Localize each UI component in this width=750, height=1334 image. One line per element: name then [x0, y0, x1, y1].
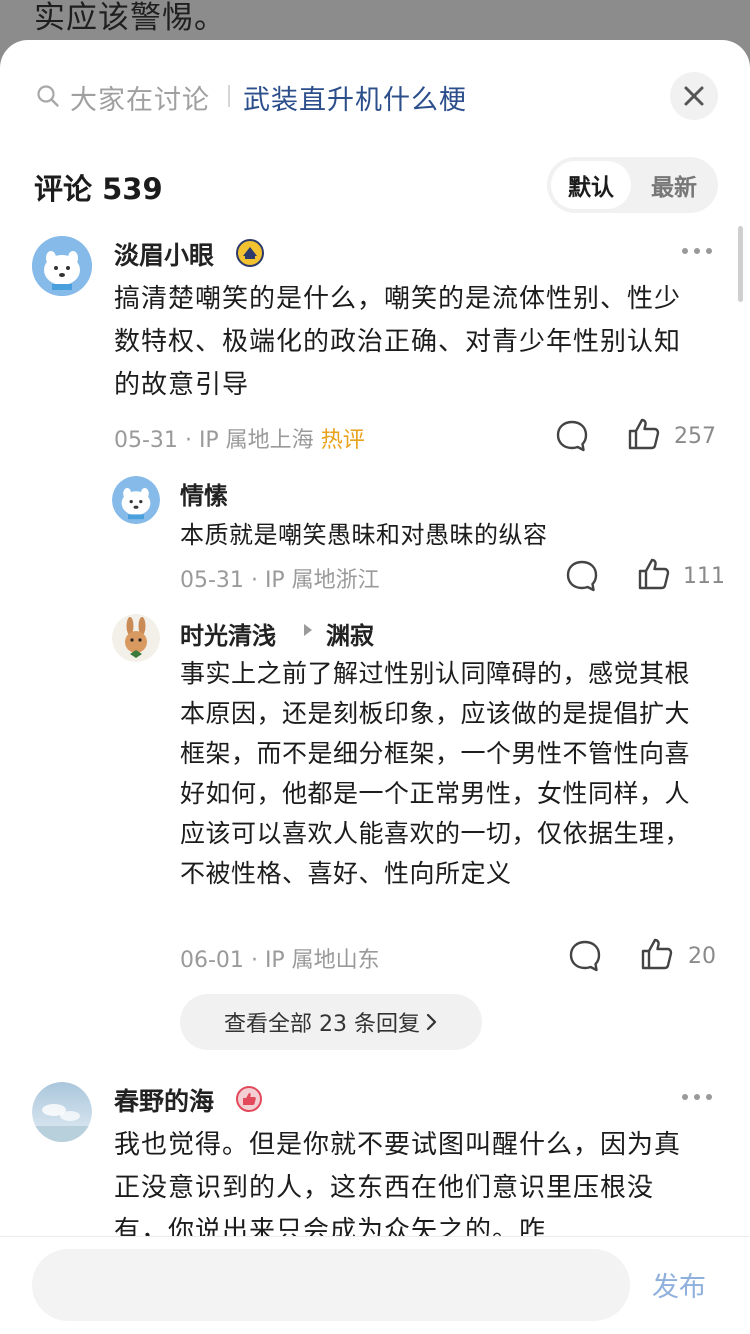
sort-default-button[interactable]: 默认 — [551, 161, 631, 209]
like-icon[interactable] — [627, 417, 661, 451]
avatar[interactable] — [112, 476, 160, 524]
reply-date: 05-31 — [180, 568, 244, 593]
comment-date: 05-31 — [114, 428, 178, 453]
reply-icon[interactable] — [568, 939, 602, 973]
reply-text: 本质就是嘲笑愚昧和对愚昧的纵容 — [180, 521, 548, 549]
like-count: 111 — [683, 564, 725, 589]
hot-comment-badge: 热评 — [320, 428, 365, 453]
meta-separator: · — [250, 568, 258, 593]
sort-toggle: 默认 最新 — [547, 157, 718, 213]
like-icon[interactable] — [637, 557, 671, 591]
view-all-replies-button[interactable]: 查看全部 23 条回复 — [180, 994, 482, 1050]
close-button[interactable] — [670, 72, 718, 120]
meta-separator: · — [184, 428, 192, 453]
reply-arrow-icon — [304, 624, 312, 636]
like-count: 257 — [674, 424, 716, 449]
reply-meta: 05-31 · IP 属地浙江 — [180, 562, 380, 594]
meta-separator: · — [250, 948, 258, 973]
comment-text: 搞清楚嘲笑的是什么，嘲笑的是流体性别、性少数特权、极端化的政治正确、对青少年性别… — [114, 284, 682, 400]
sort-newest-button[interactable]: 最新 — [635, 161, 713, 209]
comment-input-bar: 发布 — [0, 1236, 750, 1334]
thumbs-up-badge-icon — [236, 1086, 262, 1112]
comment-author[interactable]: 春野的海 — [114, 1082, 214, 1118]
view-all-label: 查看全部 23 条回复 — [224, 1012, 420, 1037]
avatar[interactable] — [32, 236, 92, 296]
close-icon — [684, 86, 704, 106]
search-icon — [37, 85, 59, 107]
search-row[interactable]: 大家在讨论 武装直升机什么梗 — [0, 40, 750, 150]
reply-date: 06-01 — [180, 948, 244, 973]
publish-button[interactable]: 发布 — [652, 1265, 706, 1304]
reply-author[interactable]: 情愫 — [180, 476, 228, 511]
comments-count-title: 评论 539 — [34, 172, 163, 206]
reply-icon[interactable] — [565, 559, 599, 593]
verified-badge-icon — [236, 239, 264, 267]
comment-input[interactable] — [32, 1249, 630, 1321]
search-prefix: 大家在讨论 — [70, 85, 210, 116]
reply-icon[interactable] — [555, 419, 589, 453]
reply-to-author[interactable]: 渊寂 — [326, 616, 374, 651]
comment-meta: 05-31 · IP 属地上海 热评 — [114, 422, 365, 454]
reply-location: IP 属地山东 — [264, 948, 380, 973]
background-text: 实应该警惕。 — [34, 0, 226, 36]
avatar[interactable] — [112, 614, 160, 662]
like-count: 20 — [688, 944, 716, 969]
reply-meta: 06-01 · IP 属地山东 — [180, 942, 380, 974]
comment-text: 我也觉得。但是你就不要试图叫醒什么，因为真正没意识到的人，这东西在他们意识里压根… — [114, 1130, 682, 1246]
chevron-right-icon — [426, 1013, 437, 1031]
comment-location: IP 属地上海 — [198, 428, 314, 453]
reply-author[interactable]: 时光清浅 — [180, 616, 276, 651]
search-divider — [228, 85, 230, 107]
more-options-icon[interactable] — [680, 1092, 714, 1102]
comment-author[interactable]: 淡眉小眼 — [114, 236, 214, 272]
more-options-icon[interactable] — [680, 246, 714, 256]
comments-sheet: 大家在讨论 武装直升机什么梗 评论 539 默认 最新 淡眉小眼 搞清楚嘲笑的是… — [0, 40, 750, 1334]
reply-location: IP 属地浙江 — [264, 568, 380, 593]
avatar[interactable] — [32, 1082, 92, 1142]
scrollbar[interactable] — [738, 226, 743, 302]
reply-text: 事实上之前了解过性别认同障碍的，感觉其根本原因，还是刻板印象，应该做的是提倡扩大… — [180, 659, 691, 888]
search-topic-link[interactable]: 武装直升机什么梗 — [243, 78, 467, 117]
like-icon[interactable] — [640, 937, 674, 971]
